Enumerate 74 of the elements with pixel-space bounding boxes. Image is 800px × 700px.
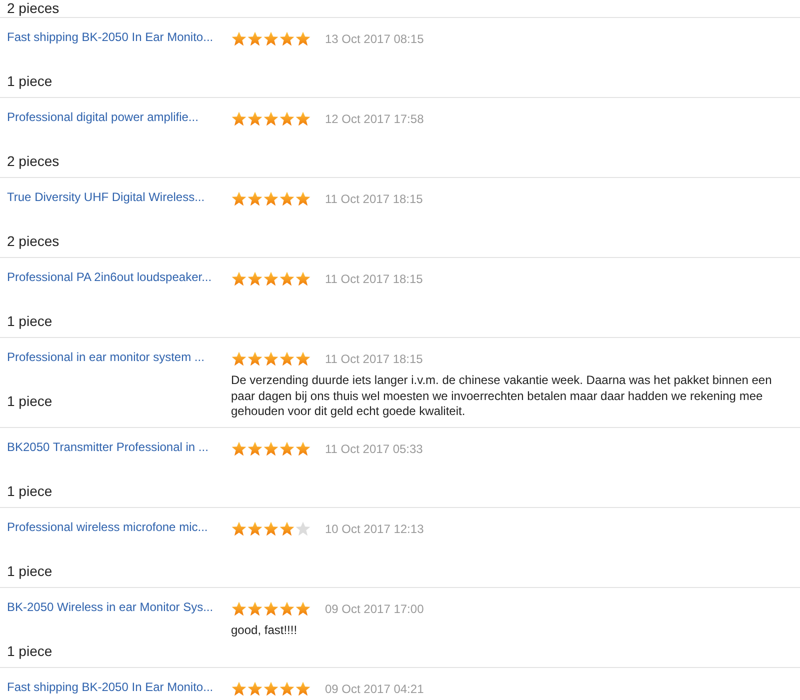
quantity: 2 pieces [7, 233, 60, 250]
star-icon [295, 351, 311, 367]
star-icon [279, 440, 295, 456]
review-date: 11 Oct 2017 18:15 [325, 272, 423, 286]
star-icon [263, 31, 279, 47]
product-link[interactable]: Fast shipping BK-2050 In Ear Monito... [7, 680, 214, 694]
review-comment: good, fast!!!! [231, 622, 298, 638]
review-date: 11 Oct 2017 18:15 [325, 352, 423, 366]
star-icon [263, 191, 279, 207]
product-link[interactable]: BK2050 Transmitter Professional in ... [7, 440, 208, 454]
star-icon [263, 680, 279, 696]
star-icon [279, 111, 295, 127]
quantity: 1 piece [7, 313, 54, 330]
review-date: 11 Oct 2017 18:15 [325, 192, 423, 206]
quantity: 1 piece [7, 73, 54, 90]
star-icon [231, 600, 247, 616]
quantity: 1 piece [7, 482, 54, 500]
quantity: 2 pieces [7, 153, 60, 170]
star-icon [263, 520, 279, 536]
star-icon [295, 191, 311, 207]
star-icon [295, 271, 311, 287]
star-icon [247, 680, 263, 696]
star-icon [247, 600, 263, 616]
star-icon [231, 271, 247, 287]
star-icon [263, 600, 279, 616]
star-icon [247, 440, 263, 456]
review-date: 09 Oct 2017 17:00 [325, 602, 424, 616]
product-link[interactable]: Professional PA 2in6out loudspeaker... [7, 270, 212, 285]
star-icon [295, 520, 311, 536]
quantity: 1 piece [7, 393, 54, 410]
star-icon [295, 31, 311, 47]
star-icon [279, 600, 295, 616]
product-link[interactable]: Professional in ear monitor system ... [7, 350, 204, 365]
star-icon [279, 351, 295, 367]
star-icon [279, 31, 295, 47]
star-icon [231, 191, 247, 207]
star-icon [247, 271, 263, 287]
star-icon [279, 271, 295, 287]
star-icon [295, 680, 311, 696]
star-icon [263, 351, 279, 367]
quantity: 1 piece [7, 642, 54, 660]
star-icon [279, 191, 295, 207]
product-link[interactable]: Professional wireless microfone mic... [7, 520, 208, 534]
star-icon [263, 111, 279, 127]
star-icon [231, 680, 247, 696]
star-icon [263, 440, 279, 456]
star-icon [247, 351, 263, 367]
review-date: 12 Oct 2017 17:58 [325, 112, 424, 126]
product-link[interactable]: BK-2050 Wireless in ear Monitor Sys... [7, 600, 214, 614]
star-icon [279, 520, 295, 536]
star-icon [231, 440, 247, 456]
product-link[interactable]: Fast shipping BK-2050 In Ear Monito... [7, 30, 214, 45]
star-icon [279, 680, 295, 696]
review-date: 11 Oct 2017 05:33 [325, 442, 423, 456]
product-link[interactable]: True Diversity UHF Digital Wireless... [7, 190, 205, 205]
star-icon [295, 600, 311, 616]
star-icon [247, 191, 263, 207]
star-icon [231, 520, 247, 536]
quantity: 1 piece [7, 562, 54, 580]
star-icon [231, 111, 247, 127]
star-icon [295, 440, 311, 456]
star-icon [231, 351, 247, 367]
product-link[interactable]: Professional digital power amplifie... [7, 110, 198, 125]
star-icon [247, 520, 263, 536]
quantity: 2 pieces [7, 0, 60, 17]
review-comment: De verzending duurde iets langer i.v.m. de chinese vakantie week. Daarna was het pakket binnen een paar dagen bij ons thuis wel moesten we invoerrechten betalen maar daar hadden we rekening mee gehouden voor dit geld echt goede kwaliteit. [231, 373, 773, 420]
review-date: 13 Oct 2017 08:15 [325, 32, 424, 46]
star-icon [295, 111, 311, 127]
star-icon [231, 31, 247, 47]
star-icon [247, 31, 263, 47]
review-date: 09 Oct 2017 04:21 [325, 682, 424, 696]
star-icon [263, 271, 279, 287]
star-icon [247, 111, 263, 127]
review-date: 10 Oct 2017 12:13 [325, 522, 424, 536]
